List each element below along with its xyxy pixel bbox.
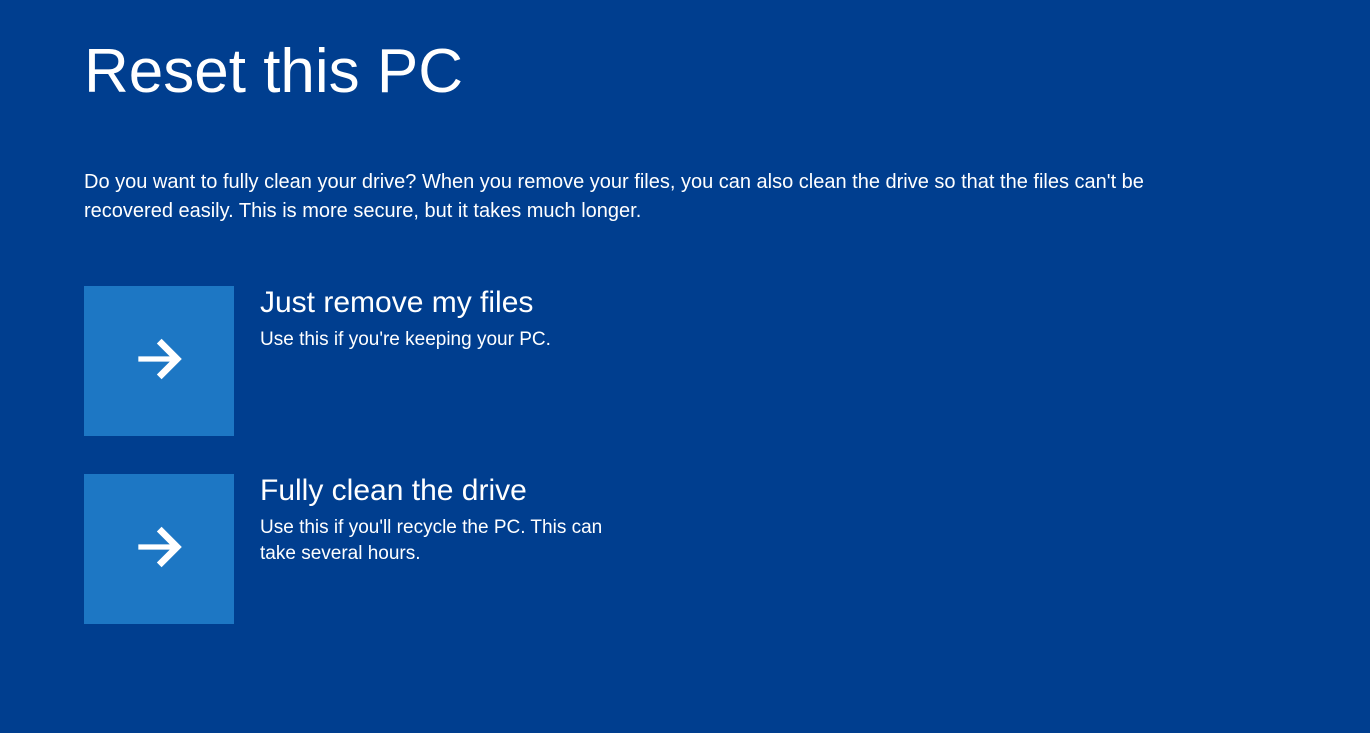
option-description: Use this if you'll recycle the PC. This … — [260, 515, 630, 568]
arrow-right-icon — [128, 328, 190, 395]
option-fully-clean-drive[interactable]: Fully clean the drive Use this if you'll… — [84, 474, 704, 624]
option-title: Just remove my files — [260, 286, 551, 321]
option-tile — [84, 286, 234, 436]
options-list: Just remove my files Use this if you're … — [84, 286, 1286, 624]
option-text: Just remove my files Use this if you're … — [260, 286, 551, 353]
page-title: Reset this PC — [84, 38, 1286, 106]
option-just-remove-files[interactable]: Just remove my files Use this if you're … — [84, 286, 704, 436]
option-description: Use this if you're keeping your PC. — [260, 327, 551, 354]
option-tile — [84, 474, 234, 624]
option-text: Fully clean the drive Use this if you'll… — [260, 474, 630, 568]
page-subtitle: Do you want to fully clean your drive? W… — [84, 168, 1164, 226]
option-title: Fully clean the drive — [260, 474, 630, 509]
arrow-right-icon — [128, 516, 190, 583]
